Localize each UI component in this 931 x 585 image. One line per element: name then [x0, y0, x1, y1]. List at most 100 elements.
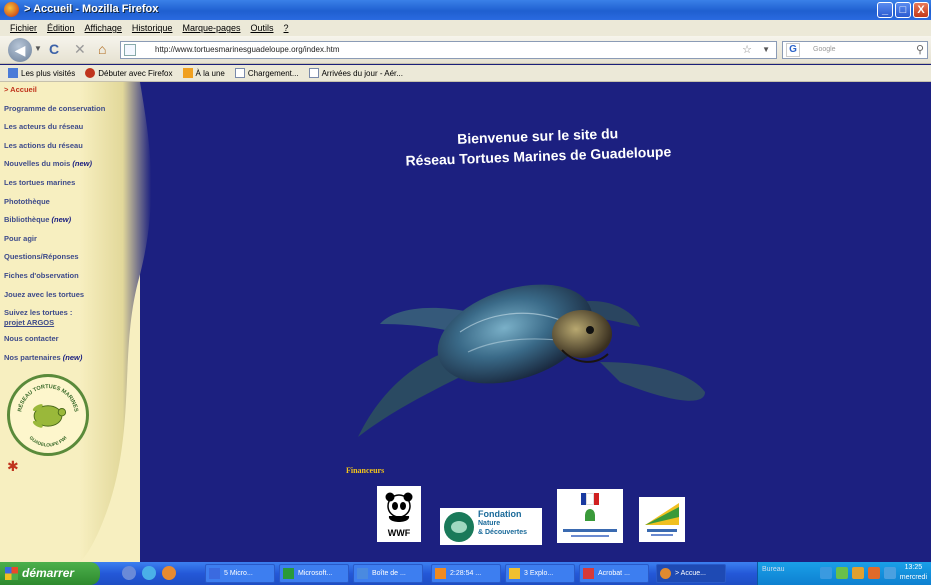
nav-accueil[interactable]: > Accueil: [4, 85, 134, 104]
menu-affichage[interactable]: Affichage: [85, 23, 122, 33]
menu-marque-pages[interactable]: Marque-pages: [182, 23, 240, 33]
rss-icon: [182, 68, 193, 78]
task-micro[interactable]: 5 Micro...: [205, 564, 275, 583]
task-firefox-accueil[interactable]: > Accue...: [656, 564, 726, 583]
partner-logo[interactable]: [639, 497, 685, 542]
nav-label: Bibliothèque: [4, 215, 52, 225]
nav-tortues-marines[interactable]: Les tortues marines: [4, 178, 134, 197]
task-boite[interactable]: Boîte de ...: [353, 564, 423, 583]
update-icon[interactable]: [852, 567, 864, 579]
folder-icon: [509, 568, 520, 579]
nav-label: Fiches d'observation: [4, 270, 79, 280]
task-microsoft[interactable]: Microsoft...: [279, 564, 349, 583]
flag-icon: [581, 493, 599, 505]
acrobat-icon: [583, 568, 594, 579]
menu-historique[interactable]: Historique: [132, 23, 173, 33]
nav-fiches[interactable]: Fiches d'observation: [4, 271, 134, 290]
history-dropdown-icon[interactable]: ▼: [34, 44, 42, 53]
nav-nouvelles[interactable]: Nouvelles du mois (new): [4, 159, 134, 178]
bookmark-label: À la une: [195, 68, 225, 78]
start-label: démarrer: [22, 566, 75, 580]
task-label: 5 Micro...: [224, 570, 253, 577]
fondation-nature-decouvertes-logo[interactable]: Fondation Nature & Découvertes: [440, 508, 542, 545]
sea-turtle-image: [358, 284, 705, 437]
nav-label: Photothèque: [4, 196, 50, 206]
quicklaunch-ie-icon[interactable]: [142, 566, 156, 580]
nav-programme[interactable]: Programme de conservation: [4, 104, 134, 123]
bookmark-label: Débuter avec Firefox: [98, 68, 173, 78]
nav-phototheque[interactable]: Photothèque: [4, 197, 134, 216]
home-icon[interactable]: ⌂: [98, 42, 106, 56]
window-title: > Accueil - Mozilla Firefox: [24, 3, 159, 15]
task-acrobat[interactable]: Acrobat ...: [579, 564, 649, 583]
nav-label: Les acteurs du réseau: [4, 122, 84, 132]
mail-icon: [357, 568, 368, 579]
menu-help[interactable]: ?: [284, 23, 289, 33]
menu-outils[interactable]: Outils: [251, 23, 274, 33]
nav-acteurs[interactable]: Les acteurs du réseau: [4, 122, 134, 141]
nav-label: Nous contacter: [4, 334, 59, 344]
network-icon[interactable]: [820, 567, 832, 579]
reload-icon[interactable]: C: [49, 42, 59, 56]
nav-label: Jouez avec les tortues: [4, 289, 85, 299]
system-tray: Bureau 13:25 mercredi: [757, 562, 931, 585]
close-button[interactable]: X: [913, 2, 929, 18]
search-input[interactable]: G Google ⚲: [782, 41, 928, 59]
nav-contact[interactable]: Nous contacter: [4, 334, 134, 353]
search-placeholder: Google: [813, 46, 836, 53]
task-timer[interactable]: 2:28:54 ...: [431, 564, 501, 583]
page-content: > Accueil Programme de conservation Les …: [0, 82, 931, 562]
government-logo[interactable]: [557, 489, 623, 543]
fondation-line-3: & Découvertes: [478, 529, 528, 536]
bookmark-most-visited[interactable]: Les plus visités: [8, 68, 75, 78]
logo-text-bottom: GUADELOUPE FWI: [28, 435, 67, 447]
bookmarks-folder-icon: [8, 68, 18, 78]
task-explorer[interactable]: 3 Explo...: [505, 564, 575, 583]
quicklaunch-firefox-icon[interactable]: [162, 566, 176, 580]
nav-pour-agir[interactable]: Pour agir: [4, 234, 134, 253]
bluetooth-icon[interactable]: [884, 567, 896, 579]
wwf-logo[interactable]: WWF: [377, 486, 421, 542]
bookmark-arrivals[interactable]: Arrivées du jour - Aér...: [308, 68, 403, 78]
volume-icon[interactable]: [868, 567, 880, 579]
nav-argos[interactable]: Suivez les tortues : projet ARGOS: [4, 308, 134, 334]
stop-icon[interactable]: ✕: [74, 42, 86, 56]
bookmark-star-icon[interactable]: ☆: [742, 42, 752, 58]
bookmark-label: Chargement...: [247, 68, 299, 78]
nav-label: Les actions du réseau: [4, 140, 83, 150]
nav-actions[interactable]: Les actions du réseau: [4, 141, 134, 160]
firefox-icon: [660, 568, 671, 579]
bookmark-getting-started[interactable]: Débuter avec Firefox: [85, 68, 173, 78]
minimize-button[interactable]: _: [877, 2, 893, 18]
reseau-logo[interactable]: RÉSEAU TORTUES MARINES GUADELOUPE FWI: [7, 374, 89, 456]
bookmark-loading[interactable]: Chargement...: [234, 68, 299, 78]
page-icon: [234, 68, 245, 78]
nav-jouez[interactable]: Jouez avec les tortues: [4, 290, 134, 309]
security-icon[interactable]: [836, 567, 848, 579]
back-button[interactable]: ◀: [8, 38, 32, 62]
bookmark-news[interactable]: À la une: [182, 68, 225, 78]
nav-questions[interactable]: Questions/Réponses: [4, 252, 134, 271]
quicklaunch-desktop-icon[interactable]: [122, 566, 136, 580]
nav-label: Questions/Réponses: [4, 252, 79, 262]
nav-label: projet ARGOS: [4, 318, 55, 328]
bookmark-label: Arrivées du jour - Aér...: [321, 68, 403, 78]
menu-edition[interactable]: Édition: [47, 23, 75, 33]
google-engine-icon[interactable]: G: [786, 43, 800, 57]
menu-fichier[interactable]: Fichier: [10, 23, 37, 33]
start-button[interactable]: démarrer: [0, 562, 100, 585]
task-label: Acrobat ...: [598, 570, 630, 577]
nav-label: Les tortues marines: [4, 177, 76, 187]
url-dropdown-icon[interactable]: ▼: [762, 42, 770, 58]
search-icon[interactable]: ⚲: [916, 42, 924, 58]
nav-label: Suivez les tortues :: [4, 308, 73, 318]
nav-label: Nouvelles du mois: [4, 159, 73, 169]
menu-bar: Fichier Édition Affichage Historique Mar…: [0, 20, 931, 36]
nav-bibliotheque[interactable]: Bibliothèque (new): [4, 215, 134, 234]
nav-label: Pour agir: [4, 233, 37, 243]
clock[interactable]: 13:25 mercredi: [900, 563, 927, 583]
nav-partenaires[interactable]: Nos partenaires (new): [4, 353, 134, 372]
clock-time: 13:25: [904, 564, 923, 571]
maximize-button[interactable]: □: [895, 2, 911, 18]
url-bar[interactable]: http://www.tortuesmarinesguadeloupe.org/…: [120, 41, 777, 59]
